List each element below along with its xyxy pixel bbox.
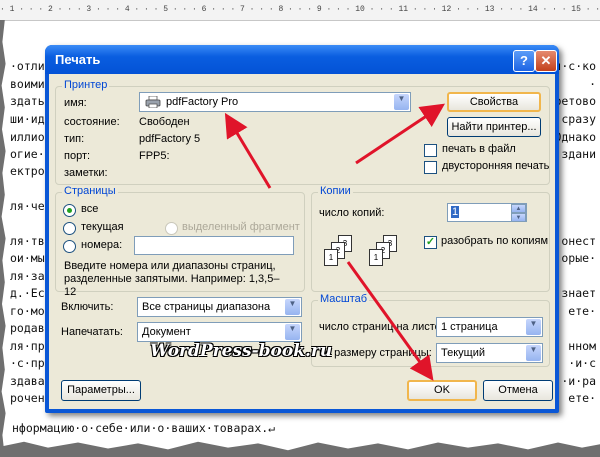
radio-all-pages[interactable] bbox=[63, 204, 76, 217]
printer-group: Принтер имя: pdfFactory Pro ▼ состояние:… bbox=[55, 79, 550, 185]
pages-group: Страницы все текущая выделенный фрагмент… bbox=[55, 185, 305, 298]
copies-count-input[interactable]: 1 ▲ ▼ bbox=[447, 203, 527, 222]
print-what-select[interactable]: Документ ▼ bbox=[137, 322, 302, 342]
printer-name-select[interactable]: pdfFactory Pro ▼ bbox=[139, 92, 411, 112]
collate-page-icon: 1 bbox=[324, 249, 338, 266]
document-text-line: Однако bbox=[554, 130, 596, 144]
document-text-line: здани bbox=[561, 147, 596, 161]
copies-count-label: число копий: bbox=[319, 207, 385, 219]
document-text-line: ·сразу bbox=[554, 112, 596, 126]
find-printer-button[interactable]: Найти принтер... bbox=[447, 117, 541, 137]
properties-button[interactable]: Свойства bbox=[447, 92, 541, 112]
document-text-line: рочен bbox=[10, 391, 45, 405]
document-text-line: · bbox=[589, 77, 596, 91]
port-label: порт: bbox=[64, 150, 91, 162]
scale-group: Масштаб число страниц на листе: 1 страни… bbox=[311, 293, 550, 367]
collate-label: разобрать по копиям bbox=[441, 235, 549, 247]
document-text-line: онест bbox=[561, 234, 596, 248]
print-to-file-checkbox[interactable] bbox=[424, 144, 437, 157]
document-text-line: нформацию·о·себе·или·о·ваших·товарах.↵ bbox=[12, 421, 276, 435]
status-value: Свободен bbox=[139, 116, 190, 128]
status-label: состояние: bbox=[64, 116, 120, 128]
dropdown-arrow-icon: ▼ bbox=[285, 299, 300, 315]
duplex-label: двусторонняя печать bbox=[442, 160, 550, 172]
pages-per-sheet-select[interactable]: 1 страница ▼ bbox=[436, 317, 543, 337]
fit-to-page-select[interactable]: Текущий ▼ bbox=[436, 343, 543, 363]
cancel-button[interactable]: Отмена bbox=[483, 380, 553, 401]
copies-group: Копии число копий: 1 ▲ ▼ 3 2 1 3 2 1 ✓ р… bbox=[311, 185, 550, 292]
document-text-line: ете· bbox=[568, 391, 596, 405]
document-text-line: ектро bbox=[10, 164, 45, 178]
close-button[interactable]: ✕ bbox=[535, 50, 557, 72]
page-numbers-input[interactable] bbox=[134, 236, 294, 255]
document-text-line: го·мо bbox=[10, 304, 45, 318]
radio-selection bbox=[165, 222, 178, 235]
radio-selection-label: выделенный фрагмент bbox=[182, 221, 300, 233]
watermark-text: WordPress-book.ru bbox=[150, 341, 333, 361]
scale-group-label: Масштаб bbox=[318, 293, 370, 305]
printer-icon bbox=[145, 96, 161, 108]
dropdown-arrow-icon: ▼ bbox=[285, 324, 300, 340]
options-button[interactable]: Параметры... bbox=[61, 380, 141, 401]
document-text-line: ши·ид bbox=[10, 112, 45, 126]
radio-all-label: все bbox=[81, 203, 99, 215]
print-what-label: Напечатать: bbox=[61, 326, 123, 338]
pages-hint: Введите номера или диапазоны страниц, ра… bbox=[64, 260, 280, 298]
document-text-line: ·и·с bbox=[568, 356, 596, 370]
document-text-line: ретово bbox=[554, 94, 596, 108]
document-text-line: ои·мы bbox=[10, 251, 45, 265]
dropdown-arrow-icon: ▼ bbox=[394, 94, 409, 110]
include-value: Все страницы диапазона bbox=[142, 301, 271, 313]
document-text-line: иллио bbox=[10, 130, 45, 144]
copies-group-label: Копии bbox=[318, 185, 353, 197]
radio-numbers-label: номера: bbox=[81, 239, 123, 251]
duplex-checkbox[interactable] bbox=[424, 161, 437, 174]
printer-name-value: pdfFactory Pro bbox=[166, 96, 239, 108]
include-label: Включить: bbox=[61, 301, 114, 313]
document-text-line: здать bbox=[10, 94, 45, 108]
help-button[interactable]: ? bbox=[513, 50, 535, 72]
print-to-file-label: печать в файл bbox=[442, 143, 516, 155]
radio-current-page[interactable] bbox=[63, 222, 76, 235]
radio-current-label: текущая bbox=[81, 221, 124, 233]
document-text-line: огие· bbox=[10, 147, 45, 161]
type-value: pdfFactory 5 bbox=[139, 133, 201, 145]
title-bar: Печать ? ✕ bbox=[45, 45, 559, 74]
document-text-line: д.·Ес bbox=[10, 286, 45, 300]
printer-group-label: Принтер bbox=[62, 79, 110, 91]
collate-page-icon: 1 bbox=[369, 249, 383, 266]
print-what-value: Документ bbox=[142, 326, 191, 338]
type-label: тип: bbox=[64, 133, 85, 145]
ruler: · 1 · · · 2 · · · 3 · · · 4 · · · 5 · · … bbox=[0, 0, 600, 21]
dialog-title: Печать bbox=[55, 52, 101, 67]
pages-group-label: Страницы bbox=[62, 185, 118, 197]
dropdown-arrow-icon: ▼ bbox=[526, 319, 541, 335]
document-text-line: здава bbox=[10, 374, 45, 388]
printer-name-label: имя: bbox=[64, 97, 87, 109]
document-text-line: воими bbox=[10, 77, 45, 91]
spin-down-icon[interactable]: ▼ bbox=[511, 213, 526, 222]
document-text-line: ете· bbox=[568, 304, 596, 318]
copies-count-value: 1 bbox=[451, 206, 460, 218]
document-text-line: нном bbox=[568, 339, 596, 353]
collate-checkbox[interactable]: ✓ bbox=[424, 236, 437, 249]
document-text-line: орые· bbox=[561, 251, 596, 265]
include-select[interactable]: Все страницы диапазона ▼ bbox=[137, 297, 302, 317]
document-text-line: знает bbox=[561, 286, 596, 300]
port-value: FPP5: bbox=[139, 150, 170, 162]
document-text-line: ·и·ра bbox=[561, 374, 596, 388]
ok-button[interactable]: OK bbox=[407, 380, 477, 401]
fit-to-page-value: Текущий bbox=[441, 347, 485, 359]
pages-per-sheet-label: число страниц на листе: bbox=[319, 321, 444, 333]
radio-page-numbers[interactable] bbox=[63, 240, 76, 253]
dropdown-arrow-icon: ▼ bbox=[526, 345, 541, 361]
fit-to-page-label: по размеру страницы: bbox=[319, 347, 432, 359]
pages-per-sheet-value: 1 страница bbox=[441, 321, 498, 333]
spin-up-icon[interactable]: ▲ bbox=[511, 204, 526, 213]
notes-label: заметки: bbox=[64, 167, 108, 179]
